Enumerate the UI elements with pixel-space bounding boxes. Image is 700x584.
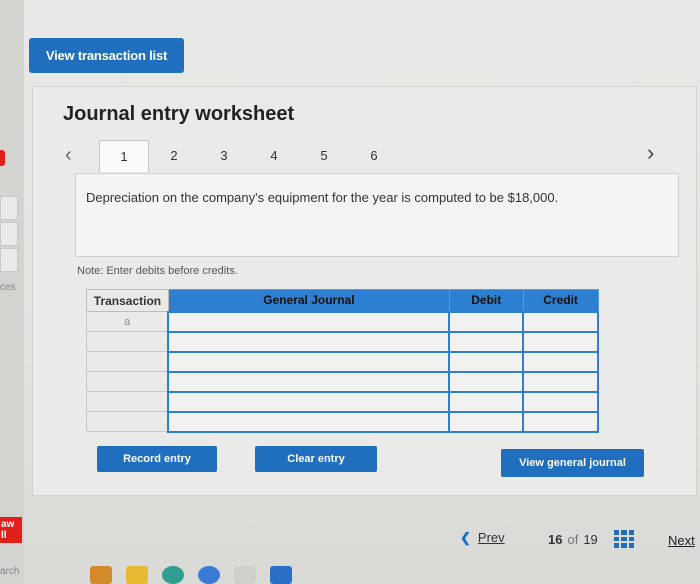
grid-icon[interactable]: [614, 530, 634, 548]
column-header-transaction: Transaction: [86, 289, 169, 312]
left-red-marker: [0, 150, 5, 166]
page-counter: 16 of 19: [548, 532, 598, 547]
debit-input[interactable]: [448, 370, 525, 393]
edge-browser-icon[interactable]: [162, 566, 184, 584]
folder-icon[interactable]: [126, 566, 148, 584]
taskbar: [90, 562, 292, 584]
view-general-journal-button[interactable]: View general journal: [501, 449, 644, 477]
table-row: [86, 390, 599, 413]
column-header-debit: Debit: [448, 289, 524, 312]
entry-note: Note: Enter debits before credits.: [77, 265, 238, 277]
transaction-cell: a: [86, 311, 169, 332]
view-transaction-list-button[interactable]: View transaction list: [29, 38, 184, 73]
of-label: of: [567, 532, 579, 547]
left-edge-box: [0, 196, 18, 220]
account-input[interactable]: [167, 330, 451, 353]
account-input[interactable]: [167, 310, 451, 333]
transaction-description: Depreciation on the company's equipment …: [75, 173, 679, 257]
tab-1[interactable]: 1: [99, 140, 149, 172]
transaction-cell: [86, 411, 169, 432]
chrome-browser-icon[interactable]: [198, 566, 220, 584]
column-header-general-journal: General Journal: [167, 289, 450, 312]
office-icon[interactable]: [270, 566, 292, 584]
app-icon[interactable]: [234, 566, 256, 584]
left-edge-text: ces: [0, 282, 16, 293]
worksheet-title: Journal entry worksheet: [63, 103, 295, 125]
journal-entry-worksheet: Journal entry worksheet ‹ 1 2 3 4 5 6 › …: [32, 86, 697, 496]
briefcase-icon[interactable]: [90, 566, 112, 584]
debit-input[interactable]: [448, 350, 525, 373]
debit-input[interactable]: [448, 310, 525, 333]
left-edge-box: [0, 222, 18, 246]
table-row: a: [86, 310, 599, 333]
account-input[interactable]: [167, 370, 451, 393]
debit-input[interactable]: [448, 410, 525, 433]
tab-6[interactable]: 6: [349, 140, 399, 170]
table-row: [86, 370, 599, 393]
table-row: [86, 350, 599, 373]
tab-4[interactable]: 4: [249, 140, 299, 170]
transaction-cell: [86, 351, 169, 372]
transaction-cell: [86, 331, 169, 352]
left-edge-box: [0, 248, 18, 272]
left-edge-search-text: arch: [0, 566, 20, 577]
credit-input[interactable]: [522, 390, 599, 413]
table-row: [86, 410, 599, 433]
clear-entry-button[interactable]: Clear entry: [255, 446, 377, 472]
record-entry-button[interactable]: Record entry: [97, 446, 217, 472]
credit-input[interactable]: [522, 350, 599, 373]
worksheet-tabs: 1 2 3 4 5 6: [99, 140, 399, 172]
debit-input[interactable]: [448, 330, 525, 353]
column-header-credit: Credit: [522, 289, 599, 312]
chevron-right-icon[interactable]: ›: [647, 140, 654, 166]
credit-input[interactable]: [522, 330, 599, 353]
next-page-link[interactable]: Next: [668, 533, 695, 548]
journal-table: Transaction General Journal Debit Credit…: [86, 289, 599, 433]
debit-input[interactable]: [448, 390, 525, 413]
account-input[interactable]: [167, 390, 451, 413]
tab-5[interactable]: 5: [299, 140, 349, 170]
credit-input[interactable]: [522, 310, 599, 333]
transaction-cell: [86, 391, 169, 412]
total-pages: 19: [583, 532, 598, 547]
tab-2[interactable]: 2: [149, 140, 199, 170]
current-page: 16: [548, 532, 563, 547]
chevron-left-icon: ❮: [460, 530, 471, 545]
credit-input[interactable]: [522, 410, 599, 433]
transaction-cell: [86, 371, 169, 392]
chevron-left-icon[interactable]: ‹: [65, 144, 72, 167]
tab-3[interactable]: 3: [199, 140, 249, 170]
prev-page-link[interactable]: ❮ Prev: [460, 530, 505, 546]
prev-label: Prev: [477, 530, 505, 545]
table-row: [86, 330, 599, 353]
left-edge-badge: aw ll: [0, 517, 22, 543]
account-input[interactable]: [167, 350, 451, 373]
account-input[interactable]: [167, 410, 451, 433]
credit-input[interactable]: [522, 370, 599, 393]
